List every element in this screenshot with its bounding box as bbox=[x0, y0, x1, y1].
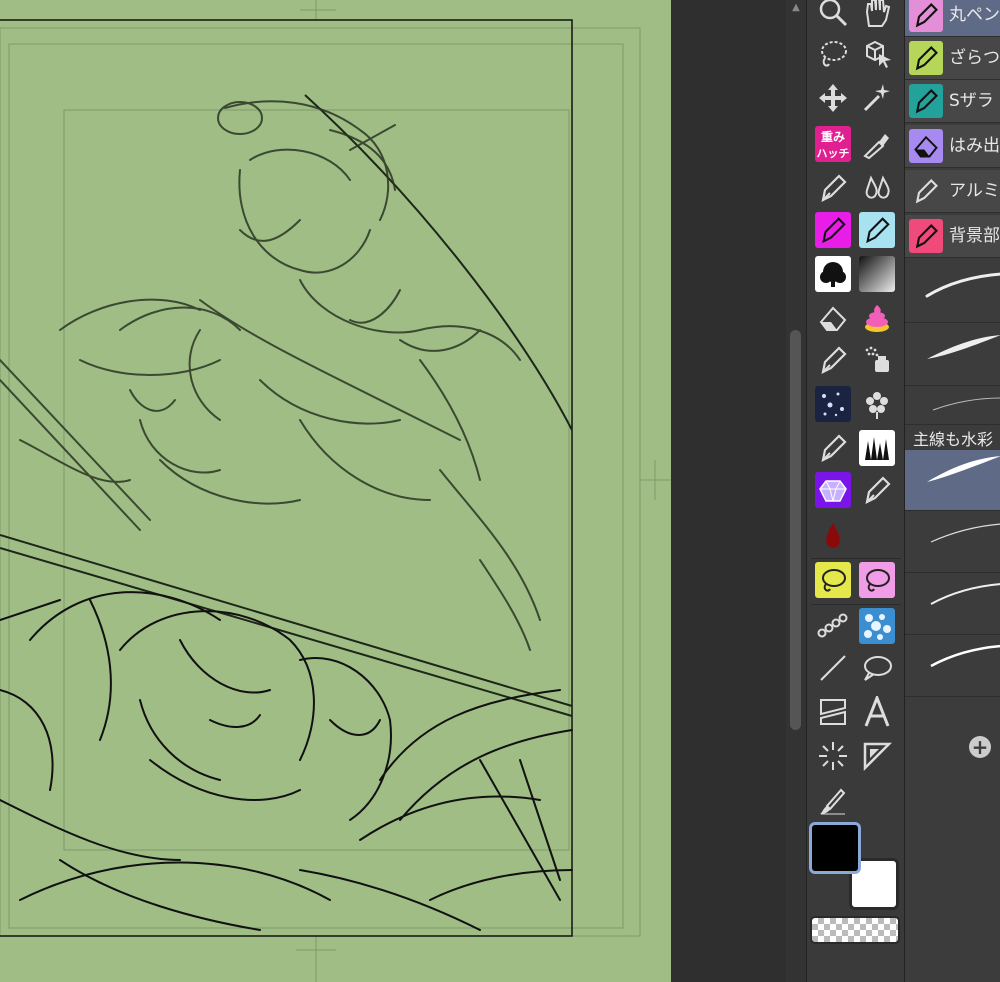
subtool-label: アルミ箔 bbox=[949, 181, 1000, 201]
subtool-label: ざらつき bbox=[949, 48, 1000, 68]
cube-cursor-icon[interactable] bbox=[859, 36, 895, 72]
subtool-item[interactable]: アルミ箔 bbox=[905, 170, 1000, 213]
radial-lines-icon[interactable] bbox=[815, 738, 851, 774]
poop-icon[interactable] bbox=[859, 300, 895, 336]
transparent-icon[interactable] bbox=[810, 916, 900, 944]
subtool-item[interactable]: Sザラ bbox=[905, 80, 1000, 123]
gem-icon[interactable] bbox=[815, 472, 851, 508]
scroll-thumb[interactable] bbox=[790, 330, 801, 730]
subtool-item[interactable]: 背景部 bbox=[905, 215, 1000, 258]
pen-icon[interactable] bbox=[815, 430, 851, 466]
svg-text:ハッチ: ハッチ bbox=[817, 147, 850, 160]
eraser-icon bbox=[909, 129, 943, 163]
pen-icon bbox=[909, 41, 943, 75]
brush-stroke-preview bbox=[930, 583, 1000, 605]
drops-icon[interactable] bbox=[859, 170, 895, 206]
move-arrows-icon[interactable] bbox=[815, 80, 851, 116]
pen-icon[interactable] bbox=[815, 170, 851, 206]
pen-icon bbox=[909, 84, 943, 118]
lasso-icon[interactable] bbox=[815, 36, 851, 72]
flower-icon[interactable] bbox=[859, 386, 895, 422]
brush-group-label: 主線も水彩 bbox=[913, 430, 994, 449]
subtool-label: 背景部 bbox=[949, 226, 1000, 246]
magic-wand-icon[interactable] bbox=[859, 80, 895, 116]
hand-icon[interactable] bbox=[859, 0, 895, 30]
brush-preset[interactable] bbox=[905, 388, 1000, 425]
pen-icon bbox=[909, 219, 943, 253]
tool-palette: 重み ハッチ bbox=[806, 0, 904, 982]
brush-preset[interactable] bbox=[905, 512, 1000, 573]
ruler-triangle-icon[interactable] bbox=[859, 738, 895, 774]
grass-icon[interactable] bbox=[859, 430, 895, 466]
sketch-artwork bbox=[0, 0, 671, 982]
magnifier-icon[interactable] bbox=[815, 0, 851, 30]
eraser-icon[interactable] bbox=[815, 300, 851, 336]
subtool-panel: 丸ペン ざらつき Sザラ はみ出 アルミ箔 背景部 bbox=[904, 0, 1000, 982]
pattern-icon[interactable] bbox=[859, 608, 895, 644]
lasso-fill-icon[interactable] bbox=[859, 562, 895, 598]
palette-scrollbar[interactable]: ▲ bbox=[786, 0, 806, 982]
pen-icon[interactable] bbox=[815, 212, 851, 248]
eyedropper-icon[interactable] bbox=[859, 126, 895, 162]
subtool-item[interactable]: ざらつき bbox=[905, 37, 1000, 80]
pen-icon[interactable] bbox=[815, 342, 851, 378]
blood-drop-icon[interactable] bbox=[815, 518, 851, 554]
text-a-icon[interactable] bbox=[859, 694, 895, 730]
line-icon[interactable] bbox=[815, 650, 851, 686]
pen-icon[interactable] bbox=[859, 472, 895, 508]
scroll-up-icon[interactable]: ▲ bbox=[790, 2, 802, 14]
airbrush-icon[interactable] bbox=[859, 342, 895, 378]
brush-preset[interactable] bbox=[905, 262, 1000, 323]
subtool-label: Sザラ bbox=[949, 91, 994, 111]
canvas-outer-area bbox=[671, 0, 786, 982]
hatch-badge-icon[interactable]: 重み ハッチ bbox=[815, 126, 851, 162]
add-circle-icon[interactable]: + bbox=[969, 736, 991, 758]
tree-brush-icon[interactable] bbox=[815, 256, 851, 292]
drawing-canvas[interactable] bbox=[0, 0, 671, 982]
brush-preset[interactable] bbox=[905, 325, 1000, 386]
subtool-label: 丸ペン bbox=[949, 5, 1000, 25]
brush-stroke-preview bbox=[927, 456, 1000, 482]
brush-stroke-preview bbox=[927, 335, 1000, 359]
pen-icon bbox=[909, 174, 943, 208]
chain-icon[interactable] bbox=[815, 608, 851, 644]
subtool-label: はみ出 bbox=[949, 136, 1000, 156]
lasso-fill-icon[interactable] bbox=[815, 562, 851, 598]
pen-icon[interactable] bbox=[859, 212, 895, 248]
brush-preset-selected[interactable] bbox=[905, 450, 1000, 511]
gradient-icon[interactable] bbox=[859, 256, 895, 292]
svg-text:重み: 重み bbox=[821, 129, 845, 144]
brush-stroke-preview bbox=[930, 523, 1000, 543]
frame-border-icon[interactable] bbox=[815, 694, 851, 730]
main-color-swatch[interactable] bbox=[809, 822, 861, 874]
brush-preset[interactable] bbox=[905, 636, 1000, 697]
brush-preset[interactable] bbox=[905, 574, 1000, 635]
speech-balloon-icon[interactable] bbox=[859, 650, 895, 686]
brush-correct-icon[interactable] bbox=[815, 782, 851, 818]
brush-stroke-preview bbox=[932, 397, 1000, 411]
sparkle-icon[interactable] bbox=[815, 386, 851, 422]
subtool-item[interactable]: 丸ペン bbox=[905, 0, 1000, 37]
pen-icon bbox=[909, 0, 943, 32]
brush-stroke-preview bbox=[930, 644, 1000, 668]
brush-stroke-preview bbox=[925, 272, 1000, 298]
subtool-item[interactable]: はみ出 bbox=[905, 125, 1000, 168]
